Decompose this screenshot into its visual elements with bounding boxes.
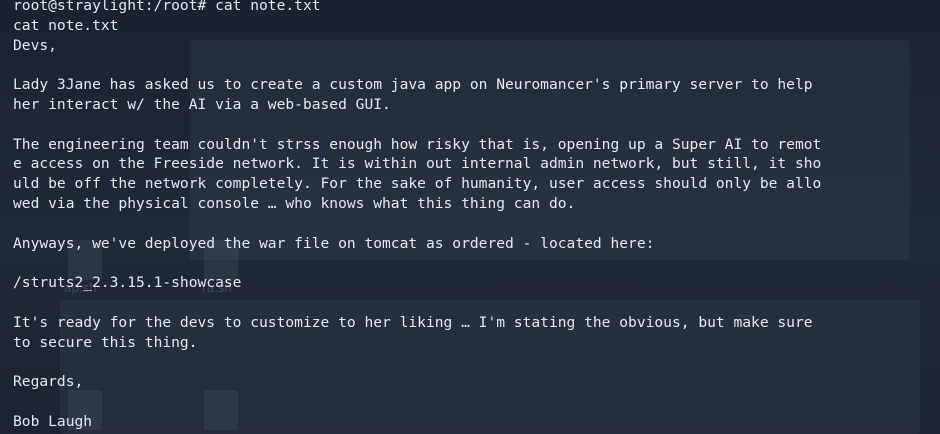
output-line: /struts2_2.3.15.1-showcase (13, 274, 242, 292)
terminal-output[interactable]: root@straylight:/root# cat note.txt cat n… (13, 0, 821, 432)
shell-prompt-line: root@straylight:/root# cat note.txt (13, 0, 321, 14)
output-line: to secure this thing. (13, 333, 198, 351)
command-echo-line: cat note.txt (13, 16, 119, 34)
output-line: It's ready for the devs to customize to … (13, 313, 813, 331)
output-line: uld be off the network completely. For t… (13, 175, 822, 193)
output-line: Regards, (13, 373, 84, 391)
terminal-window[interactable]: ap.sh ra.sh root@straylight:/root# cat n… (0, 0, 940, 434)
output-line: Devs, (13, 36, 57, 54)
output-line: Bob Laugh (13, 412, 93, 430)
output-line: wed via the physical console … who knows… (13, 194, 576, 212)
output-line: her interact w/ the AI via a web-based G… (13, 95, 391, 113)
output-line: The engineering team couldn't strss enou… (13, 135, 822, 153)
output-line: Anyways, we've deployed the war file on … (13, 234, 655, 252)
output-line: e access on the Freeside network. It is … (13, 155, 822, 173)
output-line: Lady 3Jane has asked us to create a cust… (13, 76, 813, 94)
